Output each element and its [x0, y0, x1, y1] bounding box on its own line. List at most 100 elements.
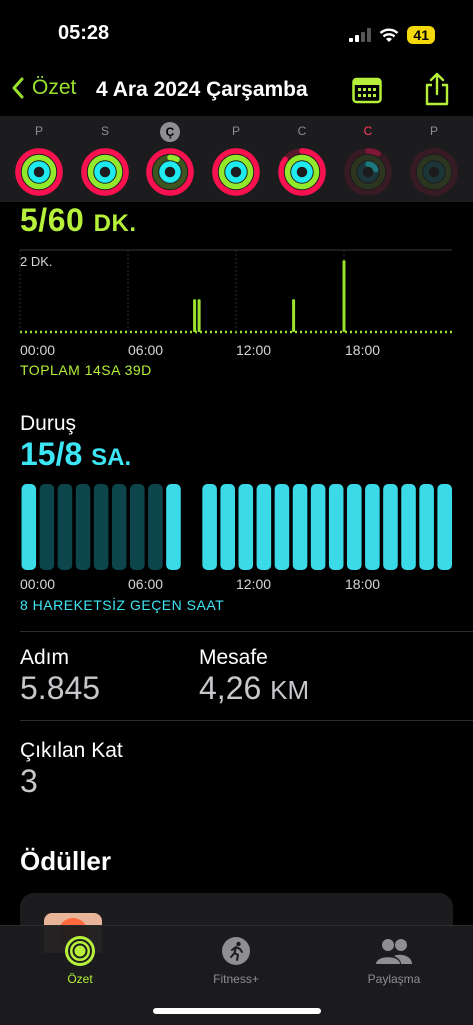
tab-sharing[interactable]: Paylaşma: [339, 934, 449, 986]
stand-idle-hours: 8 HAREKETSİZ GEÇEN SAAT: [20, 597, 225, 613]
stand-value: 15/8 SA.: [20, 436, 131, 473]
day-letter: P: [231, 124, 240, 138]
exercise-bar: [197, 299, 201, 332]
day-letter: P: [429, 124, 438, 138]
exercise-total: TOPLAM 14SA 39D: [20, 362, 152, 378]
exercise-chart: 2 DK. 00:00 06:00 12:00 18:00: [18, 248, 454, 362]
activity-ring-icon: [212, 148, 260, 196]
stand-hour-bar: [365, 484, 380, 570]
status-time: 05:28: [58, 22, 110, 44]
activity-ring-icon: [15, 148, 63, 196]
stand-hour-bar: [166, 484, 181, 570]
exercise-axis-12: 12:00: [236, 342, 272, 358]
exercise-bar: [193, 299, 197, 332]
tab-sharing-label: Paylaşma: [367, 972, 421, 986]
stand-hour-bar: [437, 484, 452, 570]
people-icon: [376, 939, 412, 964]
tab-summary[interactable]: Özet: [25, 934, 135, 986]
stand-idle-bar: [148, 484, 163, 570]
stand-hour-bar: [310, 484, 326, 570]
home-indicator: [153, 1008, 321, 1014]
stand-hour-bar: [256, 484, 272, 570]
back-label: Özet: [32, 76, 77, 99]
distance-stat: Mesafe 4,26 KM: [199, 646, 309, 707]
divider: [20, 631, 473, 632]
wifi-icon: [380, 28, 399, 42]
distance-unit: KM: [270, 675, 310, 705]
tab-fitness[interactable]: Fitness+: [181, 934, 291, 986]
stand-hour-bar: [21, 484, 37, 570]
chevron-left-icon: [12, 77, 24, 99]
stand-ring-progress: [28, 161, 50, 183]
activity-ring-icon: [344, 148, 392, 196]
day-letter: C: [363, 124, 373, 138]
stand-hour-bar: [401, 484, 416, 570]
stand-ring-progress: [94, 161, 116, 183]
day-letter: C: [297, 124, 307, 138]
stand-axis-18: 18:00: [345, 576, 381, 592]
stand-hour-bar: [202, 484, 217, 570]
activity-ring-icon: [278, 148, 326, 196]
share-button[interactable]: [423, 72, 451, 111]
stand-ring-progress: [291, 161, 313, 183]
activity-ring-icon: [146, 148, 194, 196]
exercise-max-label: 2 DK.: [20, 254, 53, 269]
day-column[interactable]: C: [272, 122, 332, 203]
day-letter: S: [100, 124, 109, 138]
stand-hour-bar: [347, 484, 362, 570]
exercise-bar: [292, 299, 296, 332]
stand-ring-progress: [225, 161, 247, 183]
stand-axis-12: 12:00: [236, 576, 272, 592]
exercise-axis-0: 00:00: [20, 342, 56, 358]
day-letter: P: [34, 124, 43, 138]
activity-rings-icon: [65, 936, 95, 966]
stand-hour-bar: [238, 484, 254, 570]
page-title: 4 Ara 2024 Çarşamba: [96, 78, 308, 101]
stand-idle-bar: [75, 484, 91, 570]
divider: [20, 720, 473, 721]
stand-chart: 00:00 06:00 12:00 18:00: [18, 484, 454, 594]
signal-icon: [349, 28, 372, 42]
calendar-icon: [352, 77, 382, 104]
battery-indicator: 41: [407, 26, 435, 44]
exercise-axis-6: 06:00: [128, 342, 164, 358]
stand-hour-bar: [292, 484, 308, 570]
exercise-value: 5/60 DK.: [20, 202, 137, 239]
stand-unit: SA.: [91, 444, 132, 471]
day-column[interactable]: S: [75, 122, 135, 203]
stand-idle-bar: [111, 484, 127, 570]
activity-ring-icon: [410, 148, 458, 196]
stand-hour-bar: [419, 484, 434, 570]
steps-stat: Adım 5.845: [20, 646, 100, 707]
week-activity-strip: PSÇPCCP: [0, 116, 473, 202]
steps-label: Adım: [20, 646, 70, 669]
day-column[interactable]: P: [206, 122, 266, 203]
day-column[interactable]: C: [338, 122, 398, 203]
stand-idle-bar: [39, 484, 55, 570]
exercise-unit: DK.: [93, 210, 137, 237]
distance-value: 4,26: [199, 670, 262, 706]
tab-fitness-label: Fitness+: [213, 972, 259, 986]
calendar-button[interactable]: [352, 76, 382, 109]
tab-summary-label: Özet: [67, 972, 93, 986]
stand-hour-bar: [274, 484, 290, 570]
floors-stat: Çıkılan Kat 3: [20, 739, 123, 800]
stand-axis-0: 00:00: [20, 576, 56, 592]
day-column[interactable]: P: [9, 122, 69, 203]
floors-label: Çıkılan Kat: [20, 739, 123, 762]
exercise-axis-18: 18:00: [345, 342, 381, 358]
exercise-bar: [342, 260, 346, 332]
day-column[interactable]: P: [404, 122, 464, 203]
exercise-amount: 5/60: [20, 202, 85, 238]
fitness-runner-icon: [222, 937, 250, 965]
stand-hour-bar: [328, 484, 344, 570]
stand-hour-bar: [220, 484, 235, 570]
day-letter: Ç: [160, 122, 180, 142]
status-icons: 41: [349, 26, 435, 44]
stand-idle-bar: [130, 484, 145, 570]
day-column[interactable]: Ç: [140, 122, 200, 203]
distance-label: Mesafe: [199, 646, 268, 669]
back-button[interactable]: Özet: [10, 76, 76, 100]
stand-idle-bar: [57, 484, 73, 570]
stand-title: Duruş: [20, 412, 77, 435]
